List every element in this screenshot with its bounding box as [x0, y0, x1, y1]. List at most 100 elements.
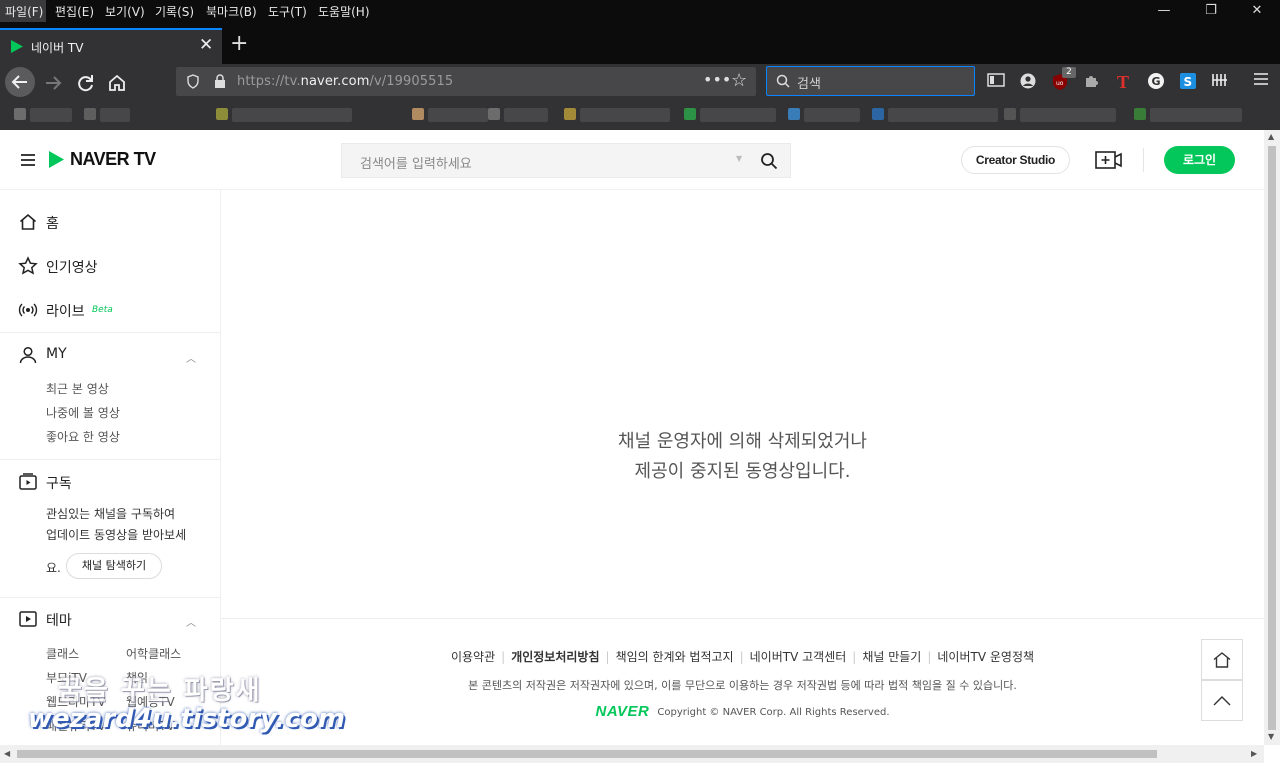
bookmark-item[interactable] — [1134, 108, 1242, 122]
back-button[interactable] — [5, 67, 35, 97]
footer: 이용약관 | 개인정보처리방침 | 책임의 한계와 법적고지 | 네이버TV 고객센터 | 채널… — [221, 618, 1264, 745]
home-button[interactable] — [102, 68, 132, 98]
theme-link[interactable]: 부모iTV — [46, 669, 87, 686]
naver-tv-favicon-icon — [11, 40, 23, 53]
theme-link[interactable]: 웹예능TV — [126, 693, 175, 710]
sidebar-divider — [0, 459, 220, 460]
my-watch-later-link[interactable]: 나중에 볼 영상 — [46, 404, 120, 421]
menu-help[interactable]: 도움말(H) — [318, 3, 370, 20]
scroll-left-arrow-icon[interactable]: ◀ — [4, 749, 10, 758]
scroll-right-arrow-icon[interactable]: ▶ — [1251, 749, 1257, 758]
menu-bookmarks[interactable]: 북마크(B) — [206, 3, 257, 20]
close-window-icon[interactable]: ✕ — [1246, 2, 1268, 20]
search-icon[interactable] — [760, 152, 778, 170]
subscription-play-icon — [19, 473, 37, 490]
url-bar[interactable]: https://tv.naver.com/v/19905515 ••• ☆ — [176, 67, 756, 96]
chevron-up-icon[interactable]: ︿ — [186, 614, 196, 629]
lock-icon[interactable] — [214, 74, 226, 89]
browser-search-bar[interactable]: 검색 — [766, 66, 975, 96]
scroll-down-arrow-icon[interactable]: ▼ — [1268, 732, 1274, 741]
extension-puzzle-icon[interactable] — [1082, 72, 1102, 92]
tracking-shield-icon[interactable] — [186, 74, 200, 89]
creator-studio-button[interactable]: Creator Studio — [961, 146, 1070, 174]
bookmark-star-icon[interactable]: ☆ — [731, 70, 747, 91]
header-divider — [1143, 148, 1144, 172]
translate-t-icon[interactable]: T — [1113, 72, 1133, 92]
library-icon[interactable] — [1210, 72, 1230, 92]
login-button[interactable]: 로그인 — [1164, 146, 1235, 174]
sidebar-toggle-icon[interactable] — [986, 72, 1006, 92]
tab-naver-tv[interactable]: 네이버 TV ✕ — [0, 28, 222, 64]
sidebar-item-label: 홈 — [46, 216, 59, 232]
theme-link[interactable]: 클래스 — [46, 645, 79, 662]
bookmark-item[interactable] — [488, 108, 548, 122]
live-broadcast-icon — [18, 303, 38, 317]
page-actions-icon[interactable]: ••• — [703, 70, 731, 89]
restore-icon[interactable]: ❐ — [1200, 2, 1222, 20]
explore-channels-button[interactable]: 채널 탐색하기 — [66, 553, 162, 579]
my-recent-link[interactable]: 최근 본 영상 — [46, 380, 109, 397]
menu-history[interactable]: 기록(S) — [155, 3, 194, 20]
menu-tools[interactable]: 도구(T) — [268, 3, 307, 20]
beta-badge: Beta — [92, 305, 113, 315]
chevron-up-icon[interactable]: ︿ — [186, 350, 196, 365]
star-icon — [18, 256, 38, 275]
horizontal-scrollbar[interactable]: ◀ ▶ — [0, 745, 1264, 763]
scroll-up-arrow-icon[interactable]: ▲ — [1268, 132, 1274, 141]
footer-link-create-channel[interactable]: 채널 만들기 — [862, 650, 921, 664]
menu-file[interactable]: 파일(F) — [0, 0, 46, 22]
horizontal-scroll-thumb[interactable] — [17, 750, 1157, 758]
tab-close-icon[interactable]: ✕ — [199, 35, 213, 55]
vertical-scroll-thumb[interactable] — [1268, 146, 1276, 730]
footer-link-terms[interactable]: 이용약관 — [451, 650, 495, 664]
bookmark-item[interactable] — [564, 108, 670, 122]
menu-bar: 파일(F) 편집(E) 보기(V) 기록(S) 북마크(B) 도구(T) 도움말… — [0, 0, 1280, 22]
menu-edit[interactable]: 편집(E) — [55, 3, 94, 20]
bookmark-item[interactable] — [788, 108, 860, 122]
sidebar-divider — [0, 332, 220, 333]
new-tab-icon[interactable]: + — [230, 31, 248, 57]
search-input[interactable]: 검색어를 입력하세요 ▼ — [341, 143, 791, 178]
scroll-home-button[interactable] — [1201, 639, 1243, 680]
bookmark-item[interactable] — [412, 108, 488, 122]
bookmark-item[interactable] — [14, 108, 72, 122]
vertical-scrollbar[interactable]: ▲ ▼ — [1264, 130, 1280, 745]
search-icon — [776, 74, 790, 88]
footer-separator: | — [605, 650, 610, 664]
theme-link[interactable]: 책읽 — [126, 669, 148, 686]
s-extension-icon[interactable]: S — [1178, 72, 1198, 92]
footer-link-privacy[interactable]: 개인정보처리방침 — [511, 650, 599, 664]
search-dropdown-icon[interactable]: ▼ — [736, 154, 742, 163]
theme-link[interactable]: 패션뷰티TV — [46, 717, 106, 734]
theme-link[interactable]: 어학클래스 — [126, 645, 181, 662]
bookmark-item[interactable] — [872, 108, 998, 122]
scroll-top-button[interactable] — [1201, 680, 1243, 721]
minimize-icon[interactable]: — — [1153, 2, 1175, 20]
reload-button[interactable] — [70, 68, 100, 98]
naver-brand-logo[interactable]: NAVER — [595, 703, 649, 720]
reload-icon — [78, 75, 93, 92]
forward-button[interactable] — [38, 68, 68, 98]
bookmark-item[interactable] — [84, 108, 130, 122]
footer-copyright: NAVER Copyright © NAVER Corp. All Rights … — [221, 703, 1264, 720]
hamburger-menu-icon[interactable] — [1251, 72, 1271, 92]
grammarly-icon[interactable]: G — [1146, 72, 1166, 92]
account-icon[interactable] — [1018, 72, 1038, 92]
theme-link[interactable]: 쥬니버TV — [126, 717, 175, 734]
bookmark-item[interactable] — [684, 108, 776, 122]
bookmark-item[interactable] — [216, 108, 352, 122]
footer-link-policy[interactable]: 네이버TV 운영정책 — [937, 650, 1034, 664]
footer-link-help[interactable]: 네이버TV 고객센터 — [750, 650, 847, 664]
logo-text: NAVER TV — [70, 149, 156, 169]
bookmarks-toolbar — [0, 100, 1280, 130]
upload-video-icon[interactable] — [1095, 149, 1122, 171]
bookmark-item[interactable] — [1004, 108, 1116, 122]
menu-view[interactable]: 보기(V) — [105, 3, 145, 20]
hamburger-menu-icon[interactable] — [20, 152, 36, 171]
my-liked-link[interactable]: 좋아요 한 영상 — [46, 428, 120, 445]
footer-link-disclaimer[interactable]: 책임의 한계와 법적고지 — [616, 650, 734, 664]
subscribe-description: 관심있는 채널을 구독하여 — [46, 507, 176, 521]
page-content: NAVER TV 검색어를 입력하세요 ▼ Creator Studio 로그인… — [0, 130, 1264, 745]
sidebar: 홈 인기영상 라이브 Beta MY ︿ 최근 본 영상 나중에 볼 영상 좋아… — [0, 190, 221, 745]
theme-link[interactable]: 웹드라마TV — [46, 693, 106, 710]
